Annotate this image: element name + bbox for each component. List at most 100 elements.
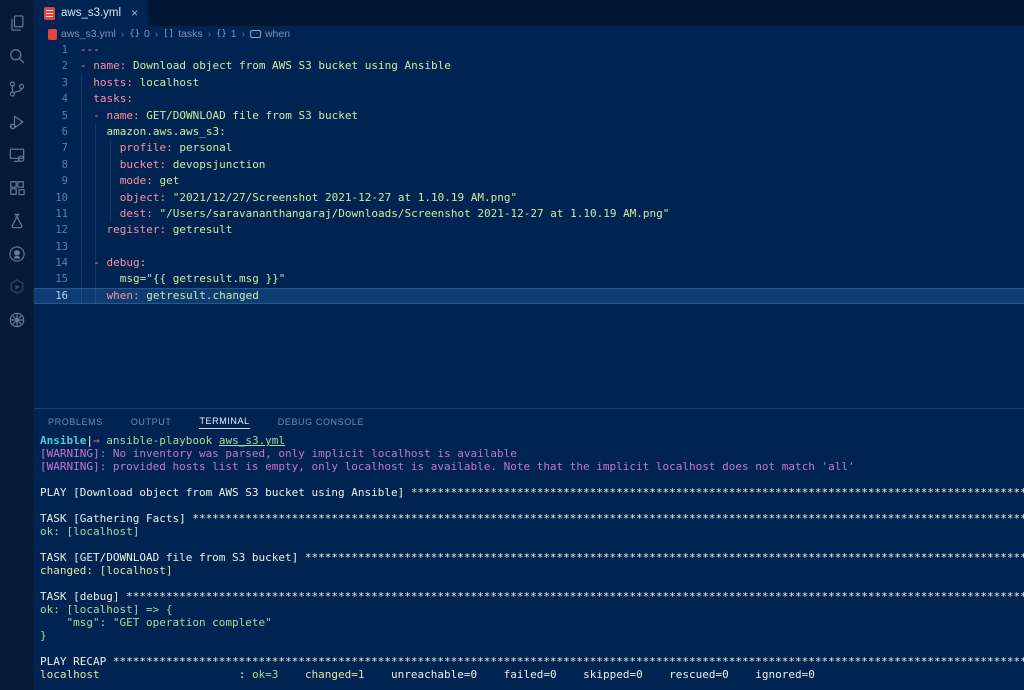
tab-aws-s3-yml[interactable]: aws_s3.yml × bbox=[34, 0, 148, 26]
panel-tab-bar: PROBLEMS OUTPUT TERMINAL DEBUG CONSOLE bbox=[34, 409, 1024, 433]
breadcrumb-label: tasks bbox=[178, 28, 203, 40]
terminal-line: changed: [localhost] bbox=[40, 564, 1024, 577]
code-line[interactable]: 12 register: getresult bbox=[34, 222, 1024, 238]
terminal-line bbox=[40, 577, 1024, 590]
breadcrumb-separator: › bbox=[155, 29, 158, 40]
breadcrumb-label: when bbox=[265, 28, 290, 40]
indent-guide bbox=[95, 124, 96, 304]
source-control-icon[interactable] bbox=[0, 72, 34, 105]
terminal-line: "msg": "GET operation complete" bbox=[40, 616, 1024, 629]
code-line[interactable]: 3 hosts: localhost bbox=[34, 75, 1024, 91]
breadcrumb-label: aws_s3.yml bbox=[61, 28, 116, 40]
breadcrumb-label: 0 bbox=[144, 28, 150, 40]
breadcrumb-item-0[interactable]: {} 0 bbox=[129, 28, 150, 40]
extensions-icon[interactable] bbox=[0, 171, 34, 204]
braces-icon: {} bbox=[216, 29, 227, 39]
line-number[interactable]: 4 bbox=[34, 91, 80, 107]
breadcrumb-separator: › bbox=[121, 29, 124, 40]
file-red-icon bbox=[48, 29, 57, 40]
code-line[interactable]: 16 when: getresult.changed bbox=[34, 288, 1024, 304]
terminal-line: [WARNING]: No inventory was parsed, only… bbox=[40, 447, 1024, 460]
breadcrumb-separator: › bbox=[208, 29, 211, 40]
line-number[interactable]: 6 bbox=[34, 124, 80, 140]
github-icon[interactable] bbox=[0, 237, 34, 270]
line-number[interactable]: 9 bbox=[34, 173, 80, 189]
terminal-line: Ansible|→ ansible-playbook aws_s3.yml bbox=[40, 434, 1024, 447]
line-number[interactable]: 16 bbox=[34, 288, 80, 304]
line-number[interactable]: 5 bbox=[34, 108, 80, 124]
code-text: object: "2021/12/27/Screenshot 2021-12-2… bbox=[80, 190, 517, 206]
terminal-line bbox=[40, 642, 1024, 655]
code-line[interactable]: 10 object: "2021/12/27/Screenshot 2021-1… bbox=[34, 190, 1024, 206]
yaml-file-icon bbox=[44, 7, 55, 20]
breadcrumb-item-when[interactable]: ···when bbox=[250, 28, 290, 40]
code-line[interactable]: 1--- bbox=[34, 42, 1024, 58]
containers-icon[interactable] bbox=[0, 270, 34, 303]
line-number[interactable]: 7 bbox=[34, 140, 80, 156]
tab-bar: aws_s3.yml × bbox=[34, 0, 1024, 26]
line-number[interactable]: 10 bbox=[34, 190, 80, 206]
panel-tab-output[interactable]: OUTPUT bbox=[131, 414, 172, 429]
code-text: bucket: devopsjunction bbox=[80, 157, 265, 173]
code-line[interactable]: 5 - name: GET/DOWNLOAD file from S3 buck… bbox=[34, 108, 1024, 124]
testing-beaker-icon[interactable] bbox=[0, 204, 34, 237]
code-text: amazon.aws.aws_s3: bbox=[80, 124, 226, 140]
vscode-window: aws_s3.yml × aws_s3.yml›{}0›[]tasks›{}1›… bbox=[0, 0, 1024, 690]
close-icon[interactable]: × bbox=[131, 6, 138, 20]
code-text: tasks: bbox=[80, 91, 133, 107]
code-text: when: getresult.changed bbox=[80, 288, 259, 304]
code-text: - debug: bbox=[80, 255, 146, 271]
line-number[interactable]: 3 bbox=[34, 75, 80, 91]
terminal-line: TASK [GET/DOWNLOAD file from S3 bucket] … bbox=[40, 551, 1024, 564]
line-number[interactable]: 8 bbox=[34, 157, 80, 173]
tab-label: aws_s3.yml bbox=[61, 7, 121, 19]
code-editor[interactable]: 1---2- name: Download object from AWS S3… bbox=[34, 42, 1024, 408]
terminal-line: localhost : ok=3 changed=1 unreachable=0… bbox=[40, 668, 1024, 681]
indent-guide bbox=[110, 140, 111, 222]
code-line[interactable]: 8 bucket: devopsjunction bbox=[34, 157, 1024, 173]
editor-lines: 1---2- name: Download object from AWS S3… bbox=[34, 42, 1024, 304]
code-line[interactable]: 6 amazon.aws.aws_s3: bbox=[34, 124, 1024, 140]
terminal-line: TASK [debug] ***************************… bbox=[40, 590, 1024, 603]
code-line[interactable]: 13 bbox=[34, 239, 1024, 255]
breadcrumb-label: 1 bbox=[231, 28, 237, 40]
indent-guide bbox=[81, 75, 82, 305]
terminal[interactable]: Ansible|→ ansible-playbook aws_s3.yml[WA… bbox=[34, 433, 1024, 690]
line-number[interactable]: 2 bbox=[34, 58, 80, 74]
code-line[interactable]: 7 profile: personal bbox=[34, 140, 1024, 156]
panel-tab-terminal[interactable]: TERMINAL bbox=[199, 413, 249, 429]
code-line[interactable]: 15 msg="{{ getresult.msg }}" bbox=[34, 271, 1024, 287]
brackets-icon: [] bbox=[163, 29, 174, 39]
code-line[interactable]: 4 tasks: bbox=[34, 91, 1024, 107]
run-and-debug-icon[interactable] bbox=[0, 105, 34, 138]
braces-icon: {} bbox=[129, 29, 140, 39]
code-line[interactable]: 2- name: Download object from AWS S3 buc… bbox=[34, 58, 1024, 74]
search-icon[interactable] bbox=[0, 39, 34, 72]
code-line[interactable]: 9 mode: get bbox=[34, 173, 1024, 189]
code-line[interactable]: 11 dest: "/Users/saravananthangaraj/Down… bbox=[34, 206, 1024, 222]
terminal-line bbox=[40, 473, 1024, 486]
breadcrumb-item-1[interactable]: {} 1 bbox=[216, 28, 237, 40]
kubernetes-icon[interactable] bbox=[0, 303, 34, 336]
breadcrumb-item-tasks[interactable]: [] tasks bbox=[163, 28, 202, 40]
code-text: register: getresult bbox=[80, 222, 232, 238]
terminal-line: TASK [Gathering Facts] *****************… bbox=[40, 512, 1024, 525]
editor-group: aws_s3.yml × aws_s3.yml›{}0›[]tasks›{}1›… bbox=[34, 0, 1024, 690]
line-number[interactable]: 15 bbox=[34, 271, 80, 287]
panel-tab-debug-console[interactable]: DEBUG CONSOLE bbox=[278, 414, 364, 429]
line-number[interactable]: 13 bbox=[34, 239, 80, 255]
terminal-line bbox=[40, 538, 1024, 551]
code-text: hosts: localhost bbox=[80, 75, 199, 91]
line-number[interactable]: 11 bbox=[34, 206, 80, 222]
line-number[interactable]: 1 bbox=[34, 42, 80, 58]
panel-tab-problems[interactable]: PROBLEMS bbox=[48, 414, 103, 429]
breadcrumb-item-aws_s3.yml[interactable]: aws_s3.yml bbox=[48, 28, 116, 40]
remote-explorer-icon[interactable] bbox=[0, 138, 34, 171]
code-line[interactable]: 14 - debug: bbox=[34, 255, 1024, 271]
terminal-line: PLAY RECAP *****************************… bbox=[40, 655, 1024, 668]
explorer-icon[interactable] bbox=[0, 6, 34, 39]
terminal-line: ok: [localhost] => { bbox=[40, 603, 1024, 616]
line-number[interactable]: 14 bbox=[34, 255, 80, 271]
line-number[interactable]: 12 bbox=[34, 222, 80, 238]
breadcrumb: aws_s3.yml›{}0›[]tasks›{}1›···when bbox=[34, 26, 1024, 42]
